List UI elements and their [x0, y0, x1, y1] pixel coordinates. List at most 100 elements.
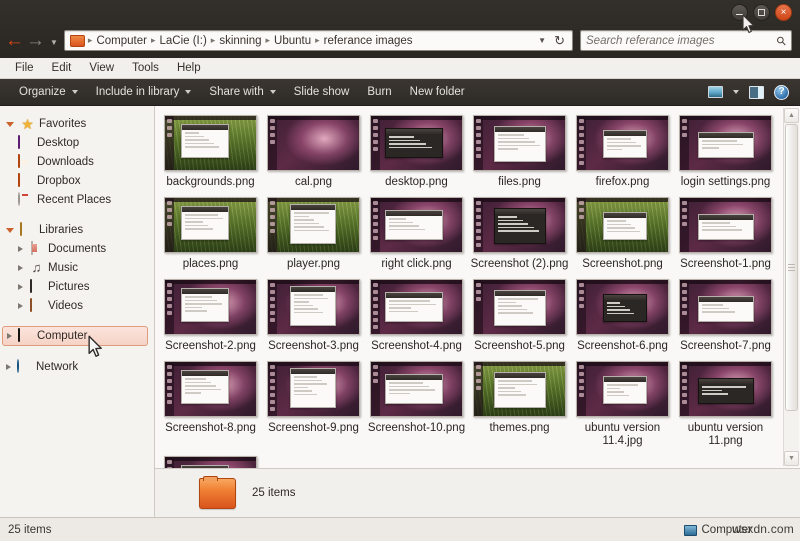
history-dropdown-icon[interactable]: ▼: [50, 38, 58, 47]
chevron-right-icon[interactable]: [7, 333, 12, 339]
scrollbar-track[interactable]: [784, 124, 799, 450]
menu-file[interactable]: File: [7, 60, 42, 76]
sidebar-item-music[interactable]: ♫ Music: [0, 258, 154, 277]
sidebar-item-recent-places[interactable]: Recent Places: [0, 190, 154, 209]
menu-help[interactable]: Help: [169, 60, 209, 76]
back-arrow-icon[interactable]: ←: [5, 31, 24, 50]
close-button[interactable]: ×: [775, 4, 792, 21]
scroll-down-button[interactable]: ▼: [784, 451, 799, 466]
file-tile[interactable]: Screenshot-5.png: [468, 278, 571, 353]
sidebar-item-videos[interactable]: Videos: [0, 296, 154, 315]
thumb-topbar: [474, 362, 565, 366]
thumb-dock: [680, 362, 689, 416]
thumb-window: [603, 294, 647, 322]
file-tile[interactable]: Screenshot-9.png: [262, 360, 365, 448]
sidebar-item-pictures[interactable]: Pictures: [0, 277, 154, 296]
file-tile[interactable]: Screenshot-8.png: [159, 360, 262, 448]
sidebar-item-documents[interactable]: Documents: [0, 239, 154, 258]
file-tile[interactable]: backgrounds.png: [159, 114, 262, 189]
chevron-expanded-icon[interactable]: [6, 228, 14, 233]
chevron-right-icon[interactable]: [6, 364, 11, 370]
file-tile[interactable]: Screenshot-3.png: [262, 278, 365, 353]
thumb-window-line: [389, 386, 429, 388]
file-tile[interactable]: player.png: [262, 196, 365, 271]
sidebar-item-dropbox[interactable]: Dropbox: [0, 171, 154, 190]
file-tile[interactable]: Screenshot (2).png: [468, 196, 571, 271]
breadcrumb-lacie[interactable]: LaCie (I:): [156, 33, 209, 49]
chevron-down-icon[interactable]: ▼: [532, 36, 552, 45]
refresh-icon[interactable]: ↻: [552, 33, 569, 49]
sidebar-item-network[interactable]: Network: [0, 357, 154, 376]
file-tile[interactable]: files.png: [468, 114, 571, 189]
file-tile[interactable]: desktop.png: [365, 114, 468, 189]
sidebar-item-downloads[interactable]: Downloads: [0, 152, 154, 171]
file-tile[interactable]: right click.png: [365, 196, 468, 271]
file-tile[interactable]: places.png: [159, 196, 262, 271]
toolbar-burn[interactable]: Burn: [358, 83, 400, 101]
breadcrumb-referance-images[interactable]: referance images: [321, 33, 416, 49]
status-bar: 25 items Computer wsxdn.com: [0, 517, 800, 541]
toolbar-share-with[interactable]: Share with: [200, 83, 284, 101]
file-tile[interactable]: Screenshot-1.png: [674, 196, 777, 271]
forward-arrow-icon[interactable]: →: [26, 31, 45, 50]
file-tile[interactable]: Screenshot-4.png: [365, 278, 468, 353]
file-tile[interactable]: ubuntu version 11.4.jpg: [571, 360, 674, 448]
file-thumbnail: [164, 279, 257, 335]
toolbar-new-folder[interactable]: New folder: [401, 83, 474, 101]
sidebar-group-libraries[interactable]: Libraries: [0, 220, 154, 239]
scroll-up-button[interactable]: ▲: [784, 108, 799, 123]
search-box[interactable]: Search referance images ⚲: [580, 30, 792, 51]
minimize-button[interactable]: [731, 4, 748, 21]
file-tile[interactable]: firefox.png: [571, 114, 674, 189]
breadcrumb-ubuntu[interactable]: Ubuntu: [271, 33, 314, 49]
thumb-window-titlebar: [699, 215, 753, 220]
thumb-window-titlebar: [495, 209, 545, 214]
breadcrumb-computer[interactable]: Computer: [93, 33, 150, 49]
file-tile[interactable]: ubuntu version 11.png: [674, 360, 777, 448]
file-thumbnail: [370, 361, 463, 417]
preview-pane-button[interactable]: [744, 86, 769, 99]
file-tile[interactable]: Screenshot-7.png: [674, 278, 777, 353]
menu-view[interactable]: View: [81, 60, 122, 76]
address-bar[interactable]: ▸ Computer ▸ LaCie (I:) ▸ skinning ▸ Ubu…: [64, 30, 573, 51]
help-button[interactable]: ?: [769, 85, 794, 100]
menu-edit[interactable]: Edit: [44, 60, 80, 76]
scrollbar-thumb[interactable]: [785, 124, 798, 411]
file-thumbnail-box: [163, 455, 259, 468]
chevron-right-icon[interactable]: [18, 246, 23, 252]
sidebar-group-favorites[interactable]: ★ Favorites: [0, 114, 154, 133]
thumb-dock: [371, 198, 380, 252]
file-tile[interactable]: Screenshot-10.png: [365, 360, 468, 448]
breadcrumb-skinning[interactable]: skinning: [216, 33, 264, 49]
chevron-expanded-icon[interactable]: [6, 122, 14, 127]
thumb-window-line: [185, 221, 203, 223]
vertical-scrollbar[interactable]: ▲ ▼: [783, 108, 799, 466]
file-tile[interactable]: Screenshot-2.png: [159, 278, 262, 353]
folder-icon: [70, 35, 85, 47]
file-tile[interactable]: cal.png: [262, 114, 365, 189]
toolbar-include-in-library[interactable]: Include in library: [87, 83, 201, 101]
toolbar-slide-show[interactable]: Slide show: [285, 83, 359, 101]
thumb-dock: [474, 116, 483, 170]
view-dropdown-button[interactable]: [728, 90, 744, 94]
sidebar-label-computer: Computer: [37, 330, 88, 342]
file-tile[interactable]: themes.png: [468, 360, 571, 448]
thumb-window-titlebar: [604, 295, 646, 300]
chevron-right-icon[interactable]: [18, 284, 23, 290]
chevron-right-icon[interactable]: [18, 303, 23, 309]
toolbar-organize[interactable]: Organize: [10, 83, 87, 101]
maximize-button[interactable]: [753, 4, 770, 21]
thumb-window-line: [185, 385, 216, 387]
chevron-right-icon[interactable]: [18, 265, 23, 271]
thumb-window-line: [294, 301, 309, 303]
search-input[interactable]: Search referance images: [586, 35, 777, 47]
view-layout-button[interactable]: [703, 86, 728, 98]
file-tile[interactable]: login settings.png: [674, 114, 777, 189]
file-tile[interactable]: Screenshot-6.png: [571, 278, 674, 353]
menu-tools[interactable]: Tools: [124, 60, 167, 76]
thumb-dock: [371, 116, 380, 170]
file-tile[interactable]: [159, 455, 262, 468]
sidebar-item-computer[interactable]: Computer: [2, 326, 148, 346]
sidebar-item-desktop[interactable]: Desktop: [0, 133, 154, 152]
file-tile[interactable]: Screenshot.png: [571, 196, 674, 271]
